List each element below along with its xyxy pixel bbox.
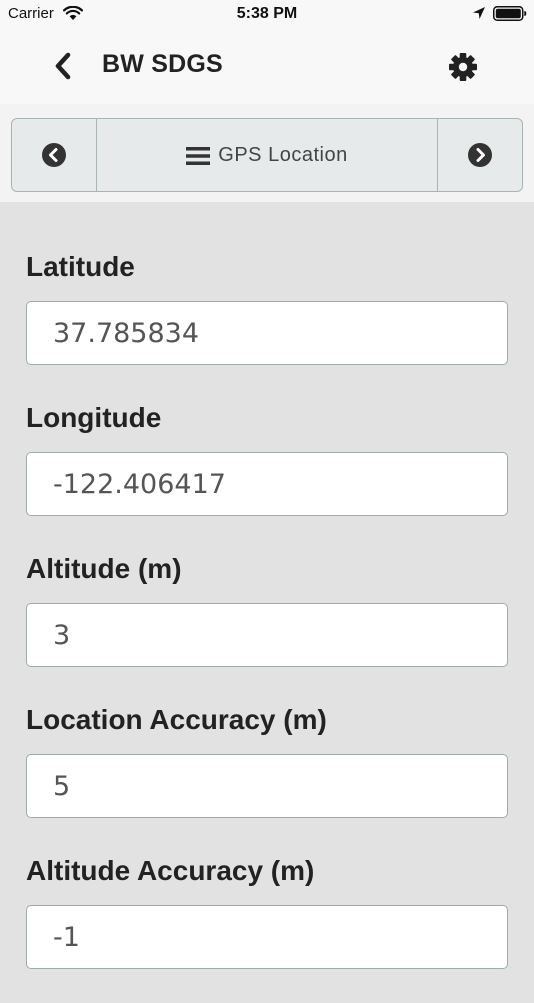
circle-chevron-left-icon bbox=[42, 143, 66, 167]
altitude-label: Altitude (m) bbox=[26, 553, 182, 584]
circle-chevron-right-icon bbox=[468, 143, 492, 167]
location-arrow-icon bbox=[473, 7, 485, 19]
page-navigator-bar: GPS Location bbox=[0, 104, 534, 202]
altitude-field-group: Altitude (m) bbox=[26, 550, 508, 701]
settings-button[interactable] bbox=[446, 50, 480, 84]
page-navigator-label: GPS Location bbox=[218, 143, 348, 166]
status-time: 5:38 PM bbox=[236, 5, 298, 22]
status-bar: Carrier 5:38 PM bbox=[0, 0, 534, 28]
back-button[interactable] bbox=[46, 48, 80, 84]
longitude-label: Longitude bbox=[26, 402, 162, 433]
battery-icon bbox=[493, 6, 527, 21]
latitude-label: Latitude bbox=[26, 251, 135, 282]
latitude-input[interactable] bbox=[26, 301, 508, 365]
gear-icon bbox=[449, 53, 477, 81]
page-title: BW SDGS bbox=[102, 50, 223, 78]
nav-bar: BW SDGS bbox=[0, 28, 534, 104]
location-accuracy-label: Location Accuracy (m) bbox=[26, 704, 327, 735]
location-accuracy-field-group: Location Accuracy (m) bbox=[26, 701, 508, 852]
chevron-left-icon bbox=[55, 52, 71, 80]
longitude-input[interactable] bbox=[26, 452, 508, 516]
hamburger-menu-icon bbox=[186, 147, 211, 165]
gps-location-form: Latitude Longitude Altitude (m) Location… bbox=[26, 248, 508, 1003]
previous-page-button[interactable] bbox=[12, 119, 97, 191]
altitude-accuracy-field-group: Altitude Accuracy (m) bbox=[26, 852, 508, 1003]
longitude-field-group: Longitude bbox=[26, 399, 508, 550]
next-page-button[interactable] bbox=[437, 119, 522, 191]
altitude-input[interactable] bbox=[26, 603, 508, 667]
location-accuracy-input[interactable] bbox=[26, 754, 508, 818]
page-menu-button[interactable]: GPS Location bbox=[97, 119, 437, 191]
altitude-accuracy-label: Altitude Accuracy (m) bbox=[26, 855, 315, 886]
altitude-accuracy-input[interactable] bbox=[26, 905, 508, 969]
page-navigator: GPS Location bbox=[11, 118, 523, 192]
latitude-field-group: Latitude bbox=[26, 248, 508, 399]
